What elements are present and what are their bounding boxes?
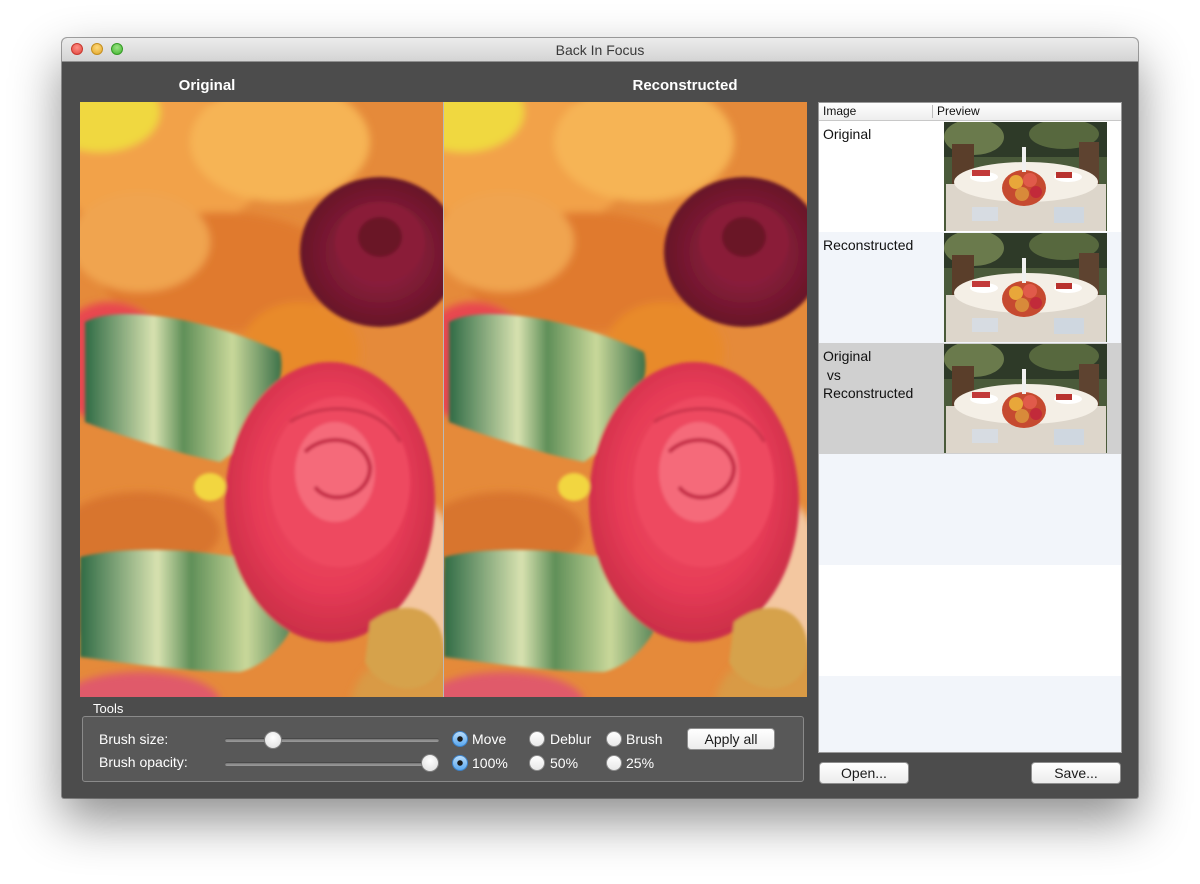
row-name: Original vs Reconstructed xyxy=(823,348,914,401)
preview-thumbnail xyxy=(944,233,1107,342)
row-name: Reconstructed xyxy=(823,237,914,253)
window-title: Back In Focus xyxy=(555,42,645,58)
brush-size-slider[interactable] xyxy=(225,738,439,742)
table-row-selected[interactable]: Original vs Reconstructed xyxy=(819,343,1121,454)
preview-thumbnail xyxy=(944,344,1107,453)
tools-panel: Brush size: Brush opacity: Move Deblur B… xyxy=(82,716,804,782)
original-image-view[interactable] xyxy=(80,102,443,697)
save-button[interactable]: Save... xyxy=(1031,762,1121,784)
table-row[interactable]: Reconstructed xyxy=(819,232,1121,343)
reconstructed-pane-title: Reconstructed xyxy=(632,77,738,94)
mode-brush-label: Brush xyxy=(626,731,663,747)
mode-brush-radio[interactable] xyxy=(606,731,622,747)
mode-deblur-radio[interactable] xyxy=(529,731,545,747)
opacity-100-label: 100% xyxy=(472,755,508,771)
tools-group-label: Tools xyxy=(93,701,124,716)
title-bar: Back In Focus xyxy=(62,38,1138,62)
app-window: Back In Focus Original Reconstructed Too… xyxy=(62,38,1138,798)
empty-table-row xyxy=(819,565,1121,676)
opacity-50-label: 50% xyxy=(550,755,579,771)
empty-table-row xyxy=(819,676,1121,752)
brush-size-slider-knob[interactable] xyxy=(264,731,283,749)
row-name: Original xyxy=(823,126,872,142)
opacity-25-label: 25% xyxy=(626,755,655,771)
preview-thumbnail xyxy=(944,122,1107,231)
image-table: Image Preview Original Reconstructed Ori… xyxy=(818,102,1122,753)
brush-opacity-slider[interactable] xyxy=(225,762,439,766)
opacity-100-radio[interactable] xyxy=(452,755,468,771)
column-divider[interactable] xyxy=(932,105,933,118)
column-header-image[interactable]: Image xyxy=(823,104,856,118)
column-header-preview[interactable]: Preview xyxy=(937,104,980,118)
original-pane-title: Original xyxy=(178,77,236,94)
mode-move-radio[interactable] xyxy=(452,731,468,747)
open-button[interactable]: Open... xyxy=(819,762,909,784)
empty-table-row xyxy=(819,454,1121,565)
table-header: Image Preview xyxy=(819,103,1121,121)
brush-opacity-label: Brush opacity: xyxy=(99,754,188,770)
opacity-25-radio[interactable] xyxy=(606,755,622,771)
brush-size-label: Brush size: xyxy=(99,731,169,747)
opacity-50-radio[interactable] xyxy=(529,755,545,771)
apply-all-button[interactable]: Apply all xyxy=(687,728,775,750)
brush-opacity-slider-knob[interactable] xyxy=(421,754,439,772)
reconstructed-image-view[interactable] xyxy=(443,102,807,697)
mode-move-label: Move xyxy=(472,731,507,747)
table-row[interactable]: Original xyxy=(819,121,1121,232)
mode-deblur-label: Deblur xyxy=(550,731,592,747)
